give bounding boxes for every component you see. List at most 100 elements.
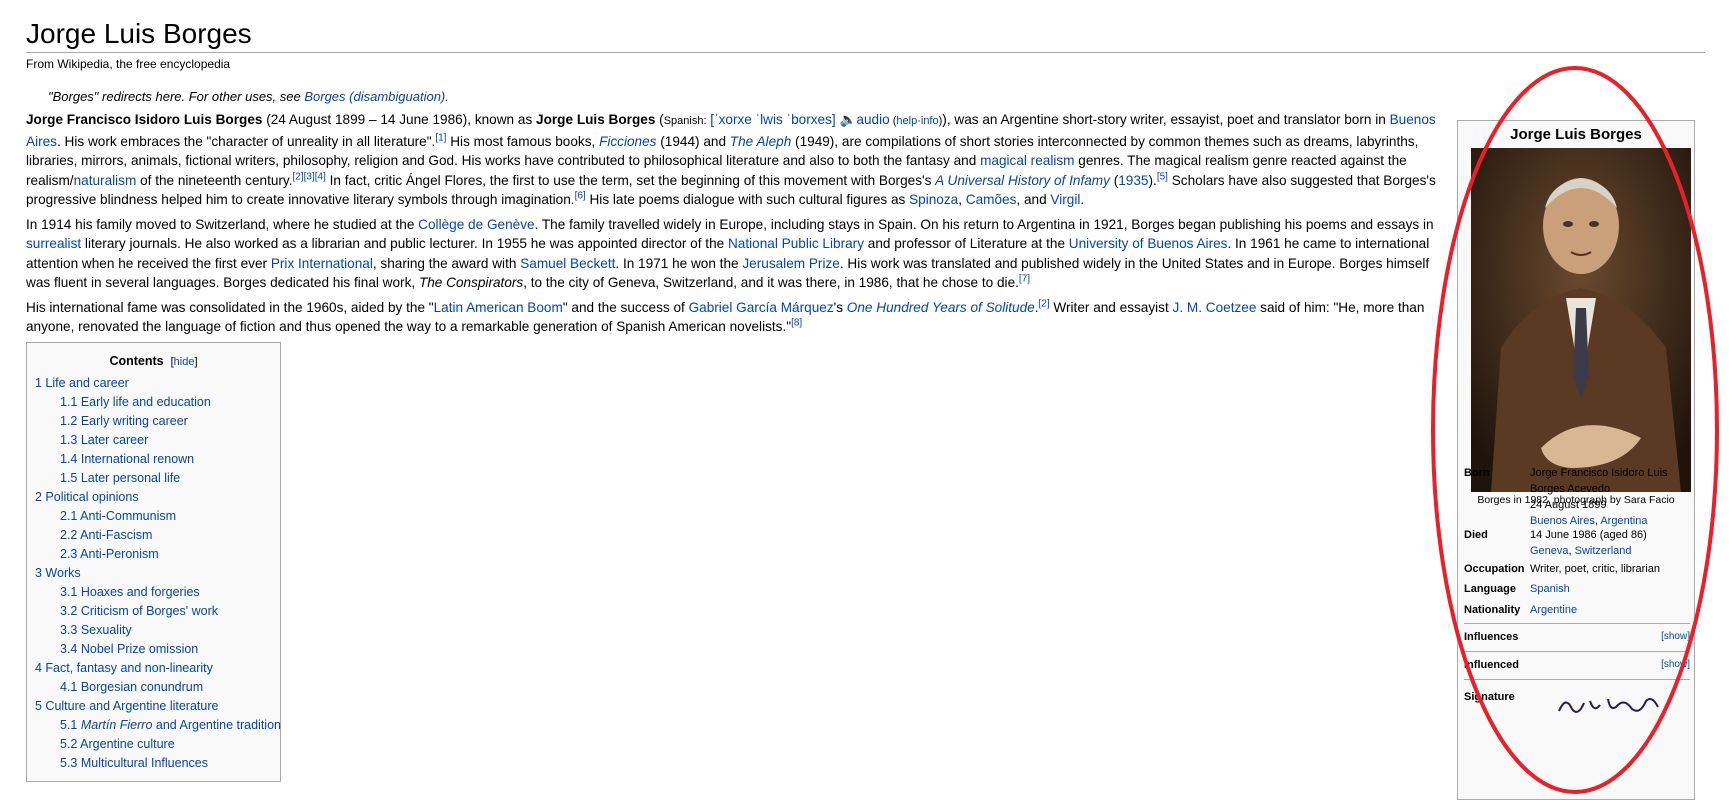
influences-label: Influences [1464, 631, 1519, 643]
died-value: 14 June 1986 (aged 86) Geneva, Switzerla… [1530, 527, 1690, 559]
text: , to the city of Geneva, Switzerland, an… [523, 275, 1019, 290]
toc-item[interactable]: 4.1 Borgesian conundrum [27, 678, 280, 697]
toc-list: 1 Life and career 1.1 Early life and educ… [27, 374, 281, 773]
link-magical-realism[interactable]: magical realism [980, 153, 1074, 168]
link-virgil[interactable]: Virgil [1050, 192, 1080, 207]
toc-item[interactable]: 1.4 International renown [27, 450, 280, 469]
toc-item[interactable]: 4 Fact, fantasy and non-linearity [27, 659, 280, 678]
article-body: Jorge Francisco Isidoro Luis Borges (24 … [26, 110, 1441, 342]
toc-item[interactable]: 3.2 Criticism of Borges' work [27, 602, 280, 621]
ref-5[interactable]: [5] [1157, 171, 1168, 182]
toc-link[interactable]: 1 Life and career [35, 376, 129, 390]
toc-item[interactable]: 2.2 Anti-Fascism [27, 526, 280, 545]
text: ), was an Argentine short-story writer, … [942, 112, 1390, 127]
text: , and [1016, 192, 1051, 207]
toc-link[interactable]: 2.1 Anti-Communism [60, 509, 176, 523]
toc-link[interactable]: 5.2 Argentine culture [60, 737, 175, 751]
ref-2-3-4[interactable]: [2][3][4] [293, 171, 326, 182]
toc-item[interactable]: 3.4 Nobel Prize omission [27, 640, 280, 659]
toc-link[interactable]: 5.3 Multicultural Influences [60, 756, 208, 770]
toc-item[interactable]: 1.3 Later career [27, 431, 280, 450]
toc-item[interactable]: 1.2 Early writing career [27, 412, 280, 431]
ref-8[interactable]: [8] [791, 317, 802, 328]
toc-item[interactable]: 5.3 Multicultural Influences [27, 754, 280, 773]
toc-item[interactable]: 3.1 Hoaxes and forgeries [27, 583, 280, 602]
link-1935[interactable]: 1935 [1118, 173, 1148, 188]
link-one-hundred-years[interactable]: One Hundred Years of Solitude [847, 300, 1035, 315]
toc-item[interactable]: 1 Life and career [27, 374, 280, 393]
link-naturalism[interactable]: naturalism [74, 173, 137, 188]
ref-7[interactable]: [7] [1019, 273, 1030, 284]
text: In 1914 his family moved to Switzerland,… [26, 216, 419, 232]
influences-show-toggle[interactable]: [show] [1661, 629, 1690, 645]
toc-link[interactable]: 3.4 Nobel Prize omission [60, 642, 198, 656]
toc-item[interactable]: 3.3 Sexuality [27, 621, 280, 640]
toc-link[interactable]: 5 Culture and Argentine literature [35, 699, 218, 713]
link-national-public-library[interactable]: National Public Library [728, 236, 864, 251]
toc-item[interactable]: 5.1 Martín Fierro and Argentine traditio… [27, 716, 281, 735]
disambiguation-link[interactable]: Borges (disambiguation) [304, 89, 445, 104]
ref-2b[interactable]: [2] [1039, 298, 1050, 309]
toc-item[interactable]: 5.2 Argentine culture [27, 735, 280, 754]
link-uba[interactable]: University of Buenos Aires [1069, 236, 1228, 251]
toc-link[interactable]: 3 Works [35, 566, 81, 580]
link-latin-american-boom[interactable]: Latin American Boom [434, 300, 563, 315]
ref-1[interactable]: [1] [435, 132, 446, 143]
infobox: Jorge Luis Borges Borges in 1982, photog… [1457, 120, 1695, 800]
toc-item[interactable]: 1.1 Early life and education [27, 393, 280, 412]
audio-link[interactable]: audio [856, 112, 889, 127]
toc-item[interactable]: 2 Political opinions [27, 488, 280, 507]
influenced-label: Influenced [1464, 659, 1520, 671]
language-link[interactable]: Spanish [1530, 581, 1690, 597]
portrait-photo[interactable] [1471, 148, 1691, 492]
nationality-link[interactable]: Argentine [1530, 602, 1690, 618]
toc-link[interactable]: 1.5 Later personal life [60, 471, 180, 485]
toc-link[interactable]: 1.1 Early life and education [60, 395, 211, 409]
toc-link[interactable]: 4 Fact, fantasy and non-linearity [35, 661, 213, 675]
occupation-label: Occupation [1464, 563, 1525, 575]
toc-link[interactable]: 2.3 Anti-Peronism [60, 547, 159, 561]
toc-link[interactable]: 1.3 Later career [60, 433, 148, 447]
born-place-link[interactable]: Buenos Aires [1530, 515, 1595, 527]
help-link[interactable]: help [896, 115, 917, 127]
text: (24 August 1899 – 14 June 1986), known a… [262, 112, 537, 127]
toc-item[interactable]: 5 Culture and Argentine literature [27, 697, 280, 716]
link-samuel-beckett[interactable]: Samuel Beckett [520, 256, 615, 271]
toc-item[interactable]: 2.3 Anti-Peronism [27, 545, 280, 564]
toc-link[interactable]: 2.2 Anti-Fascism [60, 528, 152, 542]
toc-link[interactable]: 3.3 Sexuality [60, 623, 132, 637]
born-country-link[interactable]: Argentina [1600, 515, 1647, 527]
info-link[interactable]: info [921, 115, 939, 127]
toc-title-row: Contents [hide] [27, 354, 280, 368]
died-country-link[interactable]: Switzerland [1575, 545, 1632, 557]
born-name-2: Borges Acevedo [1530, 483, 1611, 495]
toc-link[interactable]: 2 Political opinions [35, 490, 139, 504]
toc-link[interactable]: 4.1 Borgesian conundrum [60, 680, 203, 694]
link-camoes[interactable]: Camões [966, 192, 1017, 207]
toc-link[interactable]: 3.1 Hoaxes and forgeries [60, 585, 200, 599]
toc-item[interactable]: 2.1 Anti-Communism [27, 507, 280, 526]
link-coetzee[interactable]: J. M. Coetzee [1173, 300, 1257, 315]
toc-hide-link[interactable]: hide [174, 356, 195, 368]
toc-link[interactable]: 5.1 Martín Fierro and Argentine traditio… [60, 718, 281, 732]
link-spinoza[interactable]: Spinoza [909, 192, 958, 207]
ref-6[interactable]: [6] [575, 190, 586, 201]
link-jerusalem-prize[interactable]: Jerusalem Prize [742, 256, 839, 271]
speaker-icon[interactable]: 🔈 [839, 112, 856, 127]
died-place-link[interactable]: Geneva [1530, 545, 1569, 557]
ipa-link[interactable]: [ˈxorxe ˈlwis ˈborxes] [710, 112, 835, 127]
link-ficciones[interactable]: Ficciones [599, 134, 656, 149]
hatnote-text: "Borges" redirects here. For other uses,… [48, 89, 305, 104]
toc-link[interactable]: 1.2 Early writing career [60, 414, 188, 428]
link-surrealist[interactable]: surrealist [26, 236, 81, 251]
link-garcia-marquez[interactable]: Gabriel García Márquez [689, 300, 834, 315]
toc-link[interactable]: 1.4 International renown [60, 452, 194, 466]
toc-item[interactable]: 3 Works [27, 564, 280, 583]
link-college-geneve[interactable]: Collège de Genève [418, 217, 534, 232]
link-prix-international[interactable]: Prix International [271, 256, 373, 271]
influenced-show-toggle[interactable]: [show] [1661, 657, 1690, 673]
link-universal-history[interactable]: A Universal History of Infamy [935, 173, 1110, 188]
toc-link[interactable]: 3.2 Criticism of Borges' work [60, 604, 218, 618]
link-aleph[interactable]: The Aleph [730, 134, 791, 149]
toc-item[interactable]: 1.5 Later personal life [27, 469, 280, 488]
